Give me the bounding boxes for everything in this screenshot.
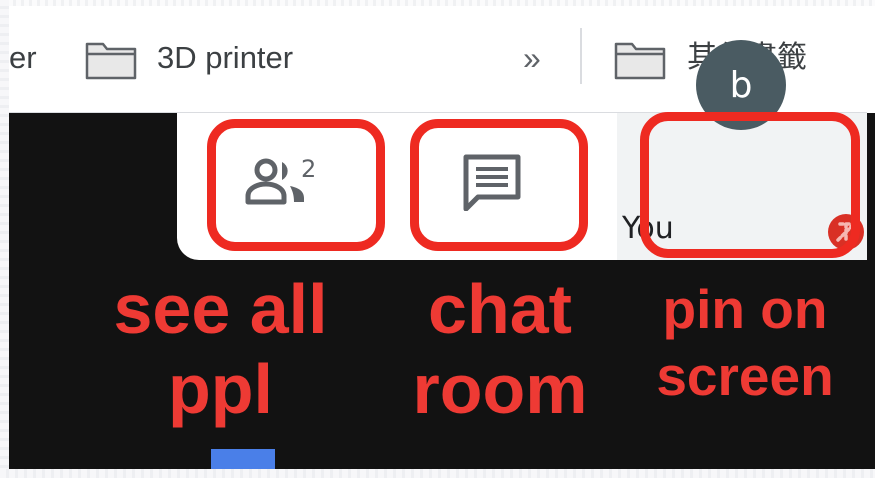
bookmarks-overflow-chevron[interactable]: » [523,40,541,76]
folder-icon [614,42,666,80]
annotation-label-chat: chat room [390,270,610,430]
paper-edge-bottom [0,469,875,478]
folder-icon [85,42,137,80]
paper-edge-left [0,0,9,478]
annotation-label-pin: pin on screen [640,276,850,410]
bookmarks-divider [580,28,582,84]
annotation-label-people: see all ppl [98,270,343,430]
bookmark-truncated-item[interactable]: er [9,40,37,76]
annotation-box-people [207,119,385,251]
annotation-line: ppl [168,349,273,428]
bookmark-label-3d-printer: 3D printer [157,40,294,75]
annotation-line: room [412,349,588,428]
annotation-line: screen [656,345,834,408]
annotation-line: pin on [662,278,828,340]
annotation-box-chat [410,119,588,251]
annotation-line: chat [428,270,572,348]
annotation-line: see all [113,270,328,348]
annotation-box-pin [640,112,860,258]
